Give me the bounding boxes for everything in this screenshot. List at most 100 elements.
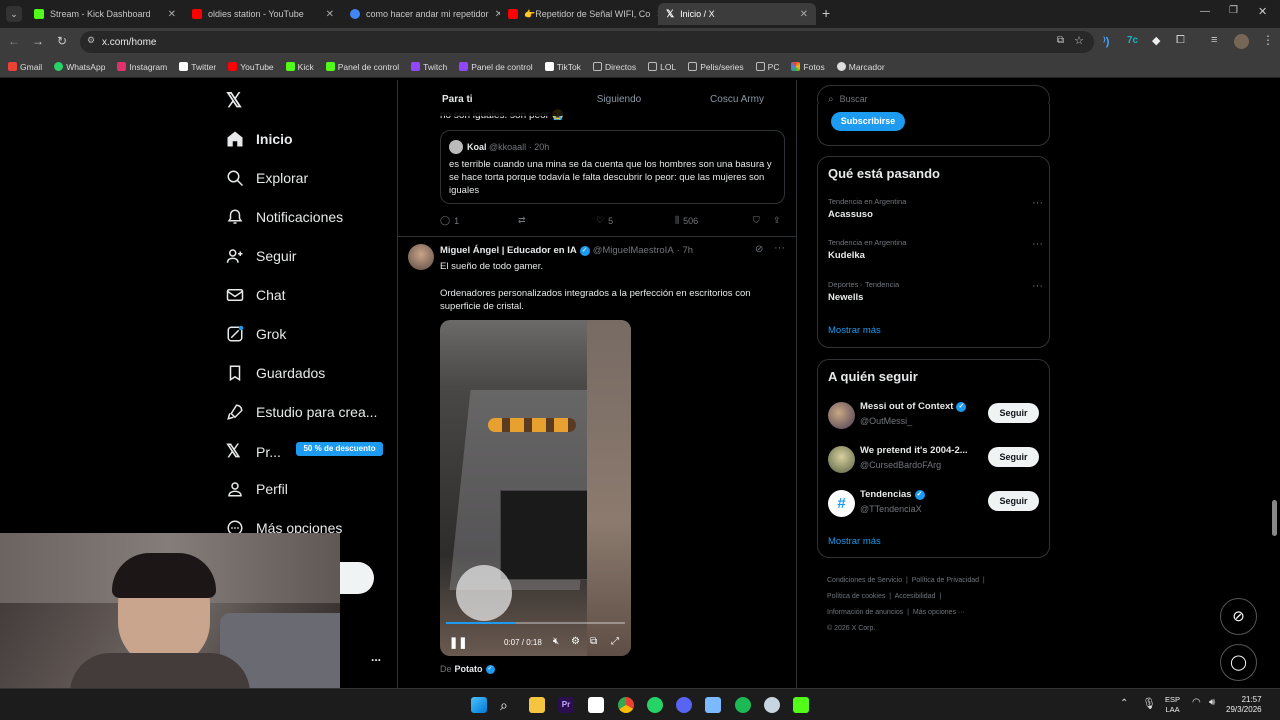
premiere-icon[interactable]: Pr xyxy=(558,697,574,713)
pip-icon[interactable]: ⧉ xyxy=(590,636,597,647)
tab-coscu-army[interactable]: Coscu Army xyxy=(678,80,796,116)
extension-diamond-icon[interactable]: ◆ xyxy=(1152,34,1160,47)
trend-more-icon[interactable]: ··· xyxy=(1032,197,1043,209)
author-handle[interactable]: @MiguelMaestroIA xyxy=(593,245,674,256)
quoted-post[interactable]: Koal @kkoaall · 20h es terrible cuando u… xyxy=(440,130,785,204)
share-button[interactable]: ⇪ xyxy=(773,215,781,226)
browser-tab[interactable]: oldies station - YouTube ✕ xyxy=(184,3,342,25)
bookmark-twitch-panel[interactable]: Panel de control xyxy=(459,62,533,72)
messages-float-button[interactable]: ◯ xyxy=(1220,644,1257,681)
bookmark-instagram[interactable]: Instagram xyxy=(117,62,167,72)
tab-for-you[interactable]: Para ti xyxy=(398,80,560,116)
grok-float-button[interactable]: ⊘ xyxy=(1220,598,1257,635)
bookmark-twitch[interactable]: Twitch xyxy=(411,62,447,72)
trend-item[interactable]: Tendencia en Argentina Kudelka ··· xyxy=(828,238,1043,261)
clock[interactable]: 21:57 29/3/2026 xyxy=(1226,695,1262,715)
close-tab-icon[interactable]: ✕ xyxy=(326,9,334,20)
nav-chat[interactable]: Chat xyxy=(226,286,286,304)
like-button[interactable]: ♡ 5 xyxy=(596,215,613,226)
follow-button[interactable]: Seguir xyxy=(988,447,1039,467)
spotify-icon[interactable] xyxy=(735,697,751,713)
browser-tab[interactable]: 👉Repetidor de Señal WIFI, Co ✕ xyxy=(500,3,658,25)
bookmark-folder-pc[interactable]: PC xyxy=(755,62,779,72)
whatsapp-icon[interactable] xyxy=(647,697,663,713)
bookmark-star-icon[interactable]: ☆ xyxy=(1074,34,1084,47)
follow-button[interactable]: Seguir xyxy=(988,491,1039,511)
browser-tab-active[interactable]: 𝕏 Inicio / X ✕ xyxy=(658,3,816,25)
reload-icon[interactable]: ↻ xyxy=(57,34,67,48)
show-more-link[interactable]: Mostrar más xyxy=(828,325,881,336)
steam-icon[interactable] xyxy=(764,697,780,713)
capcut-icon[interactable] xyxy=(588,697,604,713)
discord-icon[interactable] xyxy=(676,697,692,713)
author-name[interactable]: Miguel Ángel | Educador en IA xyxy=(440,245,577,256)
source-link[interactable]: Potato xyxy=(455,664,483,674)
reading-list-icon[interactable]: ≡ xyxy=(1211,34,1217,46)
footer-link[interactable]: Información de anuncios xyxy=(827,609,903,616)
browser-tab[interactable]: como hacer andar mi repetidor ✕ xyxy=(342,3,500,25)
nav-explore[interactable]: Explorar xyxy=(226,169,308,187)
views-button[interactable]: ⫼ 506 xyxy=(675,215,698,226)
post-time[interactable]: · 7h xyxy=(677,245,693,256)
fullscreen-icon[interactable]: ⤢ xyxy=(611,636,619,647)
notepad-icon[interactable] xyxy=(705,697,721,713)
footer-link[interactable]: Condiciones de Servicio xyxy=(827,577,902,584)
close-tab-icon[interactable]: ✕ xyxy=(168,9,176,20)
browser-tab[interactable]: Stream - Kick Dashboard ✕ xyxy=(26,3,184,25)
account-menu-dots[interactable]: ... xyxy=(371,650,381,664)
show-more-link[interactable]: Mostrar más xyxy=(828,536,881,547)
bookmark-tiktok[interactable]: TikTok xyxy=(544,62,581,72)
nav-profile[interactable]: Perfil xyxy=(226,480,288,498)
back-icon[interactable]: ← xyxy=(8,34,20,48)
forward-icon[interactable]: → xyxy=(32,34,44,48)
nav-bookmarks[interactable]: Guardados xyxy=(226,364,325,382)
bookmark-kick[interactable]: Kick xyxy=(285,62,314,72)
windows-start-icon[interactable] xyxy=(471,697,487,713)
trend-more-icon[interactable]: ··· xyxy=(1032,238,1043,250)
tab-list-button[interactable]: ⌄ xyxy=(6,6,22,22)
kick-icon[interactable] xyxy=(793,697,809,713)
file-explorer-icon[interactable] xyxy=(529,697,545,713)
page-scrollbar[interactable] xyxy=(1272,500,1277,536)
subscribe-button[interactable]: Subscribirse xyxy=(831,112,905,131)
trend-item[interactable]: Tendencia en Argentina Acassuso ··· xyxy=(828,197,1043,220)
footer-link[interactable]: Política de Privacidad xyxy=(912,577,979,584)
maximize-icon[interactable]: ❐ xyxy=(1229,5,1238,16)
address-bar[interactable]: ⚙ x.com/home ⧉ ☆ xyxy=(80,31,1094,53)
translate-extension-icon[interactable]: 7c xyxy=(1127,35,1138,46)
bookmark-kick-panel[interactable]: Panel de control xyxy=(325,62,399,72)
repost-button[interactable]: ⇄ xyxy=(518,215,526,226)
nav-creator-studio[interactable]: Estudio para crea... xyxy=(226,403,377,421)
video-player[interactable]: ❚❚ 0:07 / 0:18 🔇︎ ⚙ ⧉ ⤢ xyxy=(440,320,631,656)
bookmark-folder-lol[interactable]: LOL xyxy=(648,62,676,72)
extension-icon[interactable]: ⁾) xyxy=(1103,35,1109,48)
follow-button[interactable]: Seguir xyxy=(988,403,1039,423)
nav-grok[interactable]: Grok xyxy=(226,325,286,343)
trend-item[interactable]: Deportes · Tendencia Newells ··· xyxy=(828,280,1043,303)
search-icon[interactable]: ⌕ xyxy=(500,697,516,713)
new-tab-button[interactable]: + xyxy=(822,5,830,21)
nav-notifications[interactable]: Notificaciones xyxy=(226,208,343,226)
chrome-icon[interactable] xyxy=(618,697,634,713)
close-tab-icon[interactable]: ✕ xyxy=(800,9,808,20)
bookmark-twitter[interactable]: Twitter xyxy=(179,62,216,72)
premium-discount-badge[interactable]: 50 % de descuento xyxy=(296,442,383,456)
bookmark-folder-pelis[interactable]: Pelis/series xyxy=(688,62,744,72)
bookmark-youtube[interactable]: YouTube xyxy=(228,62,274,72)
minimize-icon[interactable]: — xyxy=(1200,6,1210,17)
footer-link[interactable]: Más opciones ··· xyxy=(913,609,965,616)
video-progress-track[interactable] xyxy=(446,622,625,624)
microphone-icon[interactable]: 🎙︎ xyxy=(1142,697,1156,710)
wifi-icon[interactable]: ◠ xyxy=(1192,697,1201,708)
bookmark-gmail[interactable]: Gmail xyxy=(8,62,42,72)
post-button[interactable] xyxy=(340,562,374,594)
reply-button[interactable]: ◯ 1 xyxy=(440,215,459,226)
post-more-icon[interactable]: ··· xyxy=(774,242,785,254)
site-info-icon[interactable]: ⚙ xyxy=(87,35,95,46)
volume-icon[interactable]: 🔊︎ xyxy=(1209,697,1215,708)
footer-link[interactable]: Política de cookies xyxy=(827,593,885,600)
bookmark-marcador[interactable]: Marcador xyxy=(836,62,885,72)
bookmark-folder-directos[interactable]: Directos xyxy=(592,62,636,72)
pause-icon[interactable]: ❚❚ xyxy=(449,636,467,649)
nav-follow[interactable]: Seguir xyxy=(226,247,296,265)
